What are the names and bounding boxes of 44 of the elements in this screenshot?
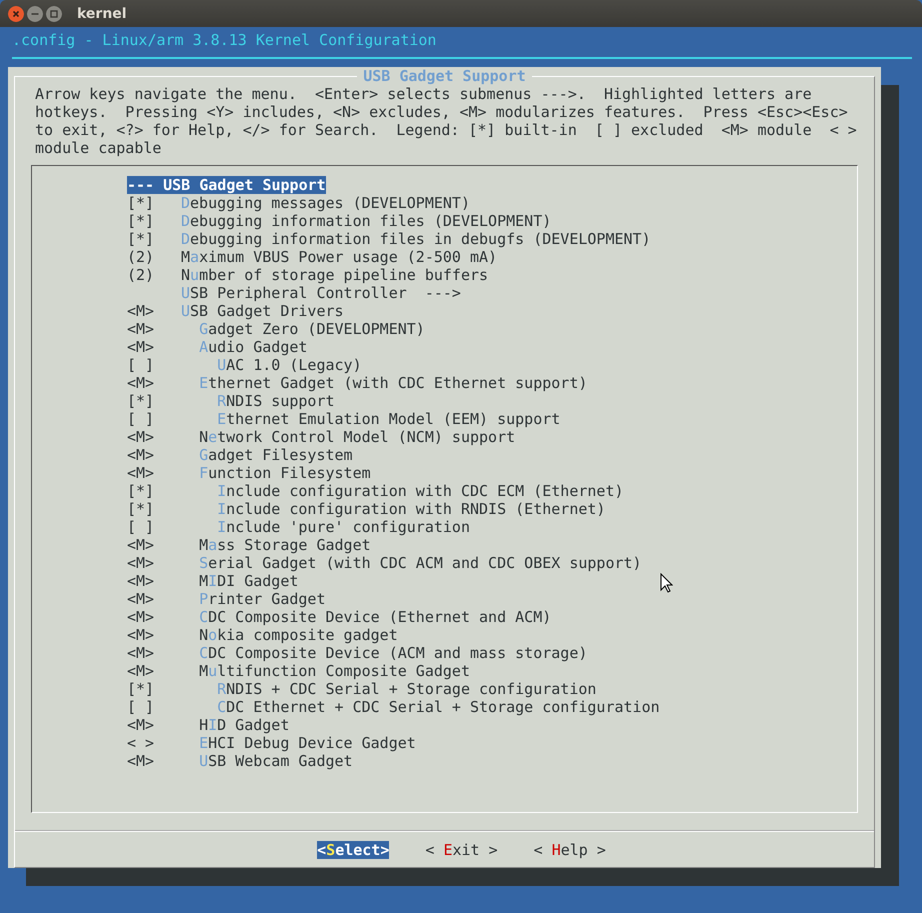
menu-item[interactable]: <M> Mass Storage Gadget (127, 536, 371, 554)
menu-item[interactable]: <M> Audio Gadget (127, 338, 308, 356)
menu-item[interactable]: [*] RNDIS + CDC Serial + Storage configuration (127, 680, 596, 698)
menu-item[interactable]: <M> Nokia composite gadget (127, 626, 398, 644)
menu-item[interactable]: <M> Multifunction Composite Gadget (127, 662, 470, 680)
menu-item[interactable]: [*] Include configuration with RNDIS (Ethernet) (127, 500, 606, 518)
menu-item[interactable]: --- USB Gadget Support (127, 176, 326, 194)
menu-item[interactable]: [ ] Include 'pure' configuration (127, 518, 470, 536)
menu-item[interactable]: (2) Number of storage pipeline buffers (127, 266, 488, 284)
pointer-icon (660, 573, 673, 593)
menu-item[interactable]: <M> Network Control Model (NCM) support (127, 428, 516, 446)
menu-item[interactable]: [*] Include configuration with CDC ECM (Ethernet) (127, 482, 624, 500)
menu-item[interactable]: <M> Printer Gadget (127, 590, 326, 608)
config-header: .config - Linux/arm 3.8.13 Kernel Configuration (12, 31, 438, 49)
menu-item[interactable]: [*] Debugging information files in debugfs (DEVELOPMENT) (127, 230, 651, 248)
menu-item[interactable]: <M> Function Filesystem (127, 464, 371, 482)
menu-item[interactable]: <M> HID Gadget (127, 716, 290, 734)
minimize-icon[interactable] (27, 6, 43, 22)
menu-item[interactable]: [*] RNDIS support (127, 392, 335, 410)
menu-item[interactable]: <M> MIDI Gadget (127, 572, 298, 590)
menu-item[interactable]: <M> Gadget Filesystem (127, 446, 353, 464)
menu-item[interactable]: USB Peripheral Controller ---> (127, 284, 461, 302)
dialog-button[interactable]: < Exit > (425, 841, 498, 859)
menu-item[interactable]: <M> USB Webcam Gadget (127, 752, 353, 770)
menu-item[interactable]: <M> USB Gadget Drivers (127, 302, 344, 320)
menu-item[interactable]: < > EHCI Debug Device Gadget (127, 734, 416, 752)
dialog-title: USB Gadget Support (357, 67, 532, 85)
menu-item[interactable]: [ ] CDC Ethernet + CDC Serial + Storage configuration (127, 698, 660, 716)
close-icon[interactable] (8, 6, 24, 22)
menu-item[interactable]: [*] Debugging information files (DEVELOPMENT) (127, 212, 552, 230)
dialog-button[interactable]: < Help > (534, 841, 606, 859)
menu-item[interactable]: [ ] Ethernet Emulation Model (EEM) support (127, 410, 560, 428)
menu-item[interactable]: <M> Ethernet Gadget (with CDC Ethernet support) (127, 374, 588, 392)
menu-item[interactable]: [ ] UAC 1.0 (Legacy) (127, 356, 362, 374)
menu-item[interactable]: <M> Gadget Zero (DEVELOPMENT) (127, 320, 425, 338)
menu-item[interactable]: <M> CDC Composite Device (ACM and mass storage) (127, 644, 588, 662)
help-text: Arrow keys navigate the menu. <Enter> selects submenus --->. Highlighted letters are hotkeys. Pressing <Y> includes, <N> excludes, <M> modularizes features. Press <Esc><Esc> to exit, <?> for Help, </> for Search. Legend: [*] built-in [ ] excluded <M> module < > module capable (35, 85, 858, 157)
dialog-button[interactable]: <Select> (317, 841, 390, 859)
maximize-icon[interactable] (46, 6, 62, 22)
menu-item[interactable]: <M> Serial Gadget (with CDC ACM and CDC OBEX support) (127, 554, 642, 572)
menu-item[interactable]: [*] Debugging messages (DEVELOPMENT) (127, 194, 470, 212)
menu-item[interactable]: (2) Maximum VBUS Power usage (2-500 mA) (127, 248, 498, 266)
menu-item[interactable]: <M> CDC Composite Device (Ethernet and ACM) (127, 608, 552, 626)
window-title: kernel (77, 6, 127, 22)
